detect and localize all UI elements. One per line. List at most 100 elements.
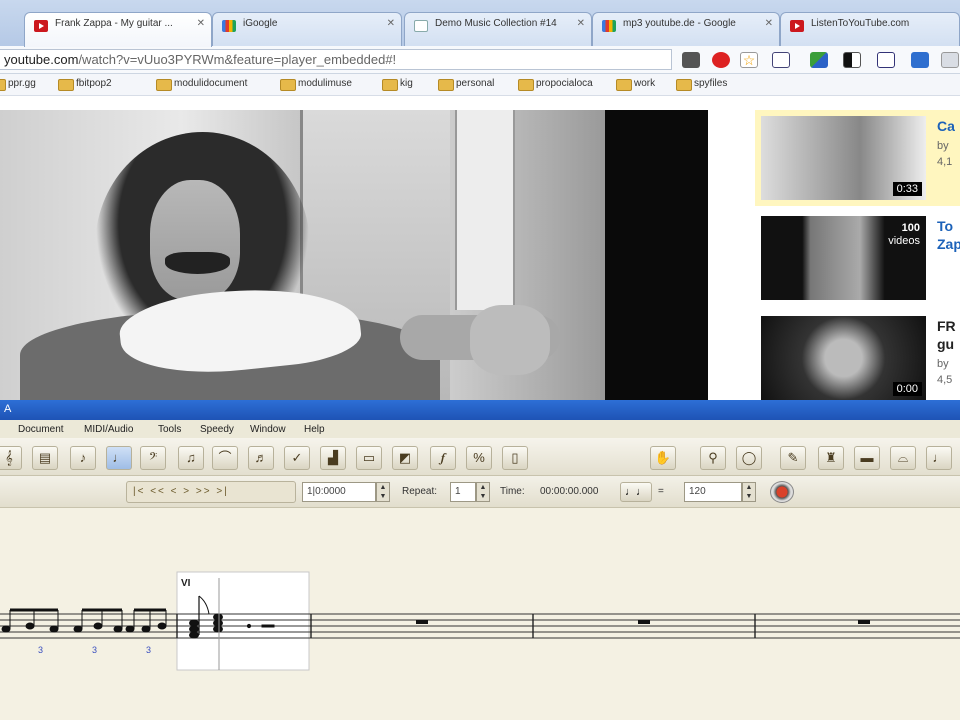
extension-icon[interactable] [843, 52, 861, 68]
menu-help[interactable]: Help [304, 424, 325, 435]
star-icon[interactable]: ☆ [740, 52, 758, 68]
staff-tool-icon[interactable]: 𝄞 [0, 446, 22, 470]
clef-tool-icon[interactable]: 𝄢 [140, 446, 166, 470]
related-title[interactable]: FR [937, 318, 956, 334]
measure-tool-icon[interactable]: ▤ [32, 446, 58, 470]
extension-icon[interactable] [911, 52, 929, 68]
bookmark-folder[interactable]: modulimuse [280, 78, 352, 91]
url-path: /watch?v=vUuo3PYRWm&feature=player_embed… [78, 52, 397, 67]
tempo-field[interactable]: 120 [684, 482, 742, 502]
video-duration: 0:00 [892, 382, 922, 396]
repeat-field[interactable]: 1 [450, 482, 476, 502]
tempo-equals: = [658, 486, 664, 497]
speedy-entry-tool-icon[interactable]: ♬ [248, 446, 274, 470]
zoom-tool-icon[interactable]: ⚲ [700, 446, 726, 470]
menu-midi-audio[interactable]: MIDI/Audio [84, 424, 133, 435]
transport-buttons[interactable]: |< << < > >> >| [126, 481, 296, 503]
svg-text:3: 3 [38, 645, 43, 655]
bookmark-folder[interactable]: personal [438, 78, 494, 91]
playlist-thumbnail[interactable]: 100 videos [761, 216, 926, 300]
chord-tool-icon[interactable]: ◩ [392, 446, 418, 470]
related-uploader: by [937, 140, 949, 152]
measure-number-label: VI [181, 578, 191, 589]
related-title[interactable]: To [937, 218, 953, 234]
tab-demo-music[interactable]: Demo Music Collection #14 ✕ [404, 12, 592, 46]
menu-bar: Document MIDI/Audio Tools Speedy Window … [0, 420, 960, 438]
tuplet-tool-icon[interactable]: ⌒ [212, 446, 238, 470]
time-label: Time: [500, 486, 525, 497]
tab-listentoyoutube[interactable]: ListenToYouTube.com [780, 12, 960, 46]
related-video-item[interactable]: 0:00 FR gu by 4,5 [755, 310, 960, 402]
text-tool-icon[interactable]: ▯ [502, 446, 528, 470]
score-staff: 3 3 3 [0, 571, 960, 671]
browser-tab-bar: Frank Zappa - My guitar ... ✕ iGoogle ✕ … [0, 0, 960, 47]
time-signature-tool-icon[interactable]: ♩ [106, 446, 132, 470]
google-icon [222, 20, 236, 32]
bookmark-folder[interactable]: work [616, 78, 655, 91]
bookmarks-bar: ppr.gg fbitpop2 modulidocument modulimus… [0, 74, 960, 96]
triplet-notes [1, 608, 167, 633]
close-icon[interactable]: ✕ [387, 18, 395, 29]
resize-tool-icon[interactable]: ▬ [854, 446, 880, 470]
expression-tool-icon[interactable]: ✓ [284, 446, 310, 470]
bookmark-folder[interactable]: propocialoca [518, 78, 593, 91]
menu-window[interactable]: Window [250, 424, 286, 435]
related-title-line2[interactable]: gu [937, 336, 954, 352]
tab-title: iGoogle [243, 18, 278, 29]
measure-position-field[interactable]: 1|0:0000 [302, 482, 376, 502]
articulation-tool-icon[interactable]: ▟ [320, 446, 346, 470]
wrench-icon[interactable] [941, 52, 959, 68]
video-player[interactable] [0, 110, 708, 400]
close-icon[interactable]: ✕ [577, 18, 585, 29]
notation-app-window: A Document MIDI/Audio Tools Speedy Windo… [0, 400, 960, 720]
block-icon[interactable] [712, 52, 730, 68]
tab-igoogle[interactable]: iGoogle ✕ [212, 12, 402, 46]
menu-document[interactable]: Document [18, 424, 64, 435]
close-icon[interactable]: ✕ [765, 18, 773, 29]
record-icon[interactable] [770, 481, 794, 503]
app-title-bar: A [0, 400, 960, 420]
related-title[interactable]: Ca [937, 118, 955, 134]
video-thumbnail[interactable]: 0:00 [761, 316, 926, 400]
simple-entry-tool-icon[interactable]: ♫ [178, 446, 204, 470]
extension-icon[interactable] [877, 52, 895, 68]
hand-grabber-icon[interactable]: ✋ [650, 446, 676, 470]
time-readout: 00:00:00.000 [540, 486, 599, 497]
youtube-icon [34, 20, 48, 32]
key-signature-tool-icon[interactable]: ♪ [70, 446, 96, 470]
page-action-icon[interactable] [682, 52, 700, 68]
menu-tools[interactable]: Tools [158, 424, 181, 435]
pencil-tool-icon[interactable]: ✎ [780, 446, 806, 470]
bookmark-folder[interactable]: ppr.gg [0, 78, 36, 91]
related-playlist-item[interactable]: 100 videos To Zap [755, 210, 960, 306]
related-title-line2[interactable]: Zap [937, 236, 960, 252]
selection-tool-icon[interactable]: ◯ [736, 446, 762, 470]
repeat-spinner[interactable]: ▲ ▼ [476, 482, 490, 502]
url-input[interactable]: youtube.com/watch?v=vUuo3PYRWm&feature=p… [0, 49, 672, 70]
mass-edit-tool-icon[interactable]: ♜ [818, 446, 844, 470]
bookmark-folder[interactable]: spyfiles [676, 78, 727, 91]
menu-speedy[interactable]: Speedy [200, 424, 234, 435]
video-thumbnail[interactable]: 0:33 [761, 116, 926, 200]
close-icon[interactable]: ✕ [197, 18, 205, 29]
position-spinner[interactable]: ▲ ▼ [376, 482, 390, 502]
app-title-icon: A [4, 403, 12, 415]
extension-icon[interactable] [810, 52, 828, 68]
tab-mp3-google[interactable]: mp3 youtube.de - Google ✕ [592, 12, 780, 46]
note-mover-tool-icon[interactable]: ⌓ [890, 446, 916, 470]
related-video-item[interactable]: 0:33 Ca by 4,1 [755, 110, 960, 206]
lyrics-tool-icon[interactable]: 𝆑 [430, 446, 456, 470]
tab-title: Frank Zappa - My guitar ... [55, 18, 173, 29]
tempo-note-button[interactable]: ♩♩ [620, 482, 652, 502]
page-layout-tool-icon[interactable]: ♩ [926, 446, 952, 470]
bookmark-folder[interactable]: kig [382, 78, 413, 91]
bookmark-folder[interactable]: modulidocument [156, 78, 247, 91]
tab-youtube-zappa[interactable]: Frank Zappa - My guitar ... ✕ [24, 12, 212, 47]
youtube-page: 0:33 Ca by 4,1 100 videos To Zap 0:00 FR … [0, 96, 960, 400]
tempo-spinner[interactable]: ▲ ▼ [742, 482, 756, 502]
playlist-count: 100 videos [888, 222, 920, 247]
repeat-tool-icon[interactable]: % [466, 446, 492, 470]
extension-icon[interactable] [772, 52, 790, 68]
smart-shape-tool-icon[interactable]: ▭ [356, 446, 382, 470]
bookmark-folder[interactable]: fbitpop2 [58, 78, 112, 91]
